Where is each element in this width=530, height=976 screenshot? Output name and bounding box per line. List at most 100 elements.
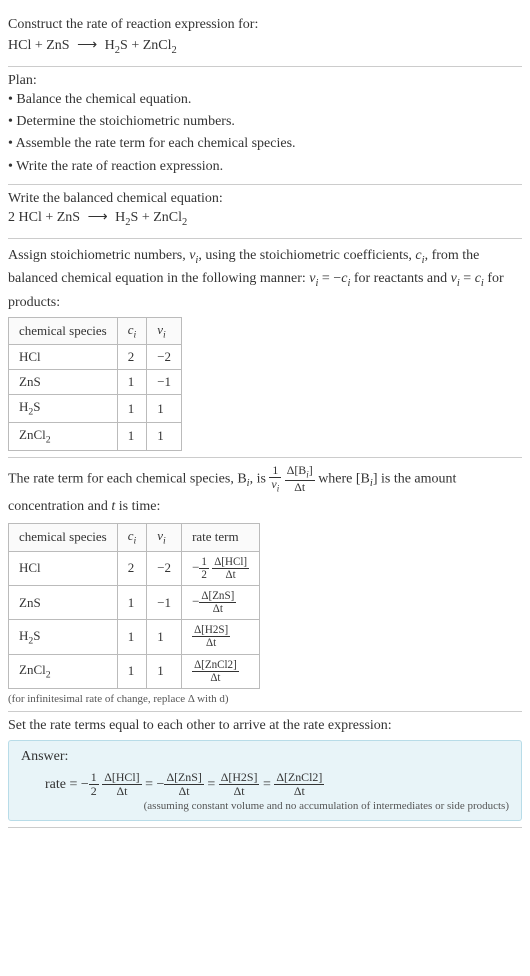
cell-rate: −Δ[ZnS]Δt bbox=[182, 585, 260, 619]
coef-1: 2 bbox=[8, 210, 15, 225]
col-species: chemical species bbox=[9, 524, 118, 552]
cell-species: H2S bbox=[9, 395, 118, 423]
product-1a: H bbox=[105, 38, 115, 53]
bal-sp3b: S bbox=[131, 210, 139, 225]
cell-rate: Δ[ZnCl2]Δt bbox=[182, 654, 260, 688]
cell-species: HCl bbox=[9, 551, 118, 585]
cell-species: H2S bbox=[9, 620, 118, 654]
answer-box: Answer: rate = −12 Δ[HCl]Δt = −Δ[ZnS]Δt … bbox=[8, 740, 522, 821]
sp-sub: 2 bbox=[46, 669, 51, 680]
cell-species: ZnCl2 bbox=[9, 654, 118, 688]
num: Δ[ZnCl2] bbox=[274, 771, 324, 785]
coef-frac: 12 bbox=[199, 556, 209, 581]
text: where [B bbox=[318, 471, 370, 486]
den: Δt bbox=[164, 785, 203, 798]
arrow-icon: ⟶ bbox=[73, 35, 101, 57]
plan-item: Determine the stoichiometric numbers. bbox=[8, 111, 522, 133]
delta-frac: Δ[ZnCl2]Δt bbox=[192, 659, 239, 684]
num: Δ[H2S] bbox=[192, 624, 230, 637]
reactant-1: HCl bbox=[8, 38, 31, 53]
cell-nu: 1 bbox=[147, 620, 182, 654]
answer-expression: rate = −12 Δ[HCl]Δt = −Δ[ZnS]Δt = Δ[H2S]… bbox=[21, 771, 509, 798]
delta-frac: Δ[H2S]Δt bbox=[192, 624, 230, 649]
sp-a: H bbox=[19, 399, 28, 414]
rateterm-note: (for infinitesimal rate of change, repla… bbox=[8, 693, 522, 705]
col-ci: ci bbox=[117, 524, 147, 552]
table-row: ZnCl2 1 1 Δ[ZnCl2]Δt bbox=[9, 654, 260, 688]
arrow-icon: ⟶ bbox=[84, 207, 112, 229]
stoich-intro: Assign stoichiometric numbers, νi, using… bbox=[8, 245, 522, 313]
cell-nu: 1 bbox=[147, 395, 182, 423]
cell-c: 1 bbox=[117, 654, 147, 688]
den: Δt bbox=[102, 785, 141, 798]
table-row: ZnCl2 1 1 bbox=[9, 423, 182, 451]
product-1b: S bbox=[120, 38, 128, 53]
bal-sp1: HCl bbox=[19, 210, 42, 225]
eq: = bbox=[204, 777, 219, 792]
num: Δ[ZnS] bbox=[199, 590, 236, 603]
col-rate: rate term bbox=[182, 524, 260, 552]
text: for reactants and bbox=[350, 271, 450, 286]
ci-sub: i bbox=[134, 536, 137, 547]
text: = bbox=[460, 271, 475, 286]
num: Δ[HCl] bbox=[102, 771, 141, 785]
delta-frac: Δ[H2S]Δt bbox=[219, 771, 260, 798]
frac-2: Δ[Bi]Δt bbox=[285, 464, 315, 494]
table-row: HCl 2 −2 bbox=[9, 345, 182, 370]
num: Δ[ZnCl2] bbox=[192, 659, 239, 672]
num: 1 bbox=[89, 771, 99, 785]
num: 1 bbox=[199, 556, 209, 569]
text: , using the stoichiometric coefficients, bbox=[198, 248, 415, 263]
cell-c: 1 bbox=[117, 370, 147, 395]
sp-b: S bbox=[33, 628, 40, 643]
sp-sub: 2 bbox=[46, 435, 51, 446]
plan-section: Plan: Balance the chemical equation. Det… bbox=[8, 67, 522, 186]
delta-frac: Δ[ZnS]Δt bbox=[164, 771, 203, 798]
text: is time: bbox=[115, 499, 160, 514]
den: 2 bbox=[199, 569, 209, 581]
table-header-row: chemical species ci νi rate term bbox=[9, 524, 260, 552]
table-row: HCl 2 −2 −12 Δ[HCl]Δt bbox=[9, 551, 260, 585]
product-2-sub: 2 bbox=[172, 45, 177, 56]
den: Δt bbox=[192, 637, 230, 649]
cell-nu: −2 bbox=[147, 345, 182, 370]
product-2a: ZnCl bbox=[143, 38, 172, 53]
reactant-2: ZnS bbox=[46, 38, 69, 53]
sp-a: H bbox=[19, 628, 28, 643]
den: 2 bbox=[89, 785, 99, 798]
cell-c: 1 bbox=[117, 395, 147, 423]
den: Δt bbox=[199, 603, 236, 615]
delta-frac: Δ[HCl]Δt bbox=[102, 771, 141, 798]
delta-frac: Δ[ZnS]Δt bbox=[199, 590, 236, 615]
answer-note: (assuming constant volume and no accumul… bbox=[21, 800, 509, 812]
frac-1: 1νi bbox=[269, 464, 281, 494]
table-row: H2S 1 1 Δ[H2S]Δt bbox=[9, 620, 260, 654]
eq: = bbox=[259, 777, 274, 792]
den: Δt bbox=[274, 785, 324, 798]
plan-list: Balance the chemical equation. Determine… bbox=[8, 89, 522, 179]
nui-sub: i bbox=[163, 329, 166, 340]
rate-label: rate = bbox=[45, 777, 81, 792]
den: νi bbox=[269, 478, 281, 494]
neg: − bbox=[192, 559, 199, 574]
balanced-title: Write the balanced chemical equation: bbox=[8, 191, 522, 207]
plan-item: Balance the chemical equation. bbox=[8, 89, 522, 111]
num: Δ[H2S] bbox=[219, 771, 260, 785]
cell-rate: −12 Δ[HCl]Δt bbox=[182, 551, 260, 585]
col-species: chemical species bbox=[9, 317, 118, 345]
cell-c: 1 bbox=[117, 423, 147, 451]
cell-c: 1 bbox=[117, 620, 147, 654]
cell-species: ZnCl2 bbox=[9, 423, 118, 451]
cell-c: 2 bbox=[117, 345, 147, 370]
rateterm-table: chemical species ci νi rate term HCl 2 −… bbox=[8, 523, 260, 689]
delta-frac: Δ[HCl]Δt bbox=[212, 556, 249, 581]
text: The rate term for each chemical species,… bbox=[8, 471, 247, 486]
bal-sp2: ZnS bbox=[57, 210, 80, 225]
cell-nu: 1 bbox=[147, 423, 182, 451]
cell-species: HCl bbox=[9, 345, 118, 370]
plan-label: Plan: bbox=[8, 73, 522, 89]
num: 1 bbox=[269, 464, 281, 478]
nui-sub: i bbox=[163, 536, 166, 547]
col-nui: νi bbox=[147, 524, 182, 552]
num-b: ] bbox=[309, 463, 313, 477]
